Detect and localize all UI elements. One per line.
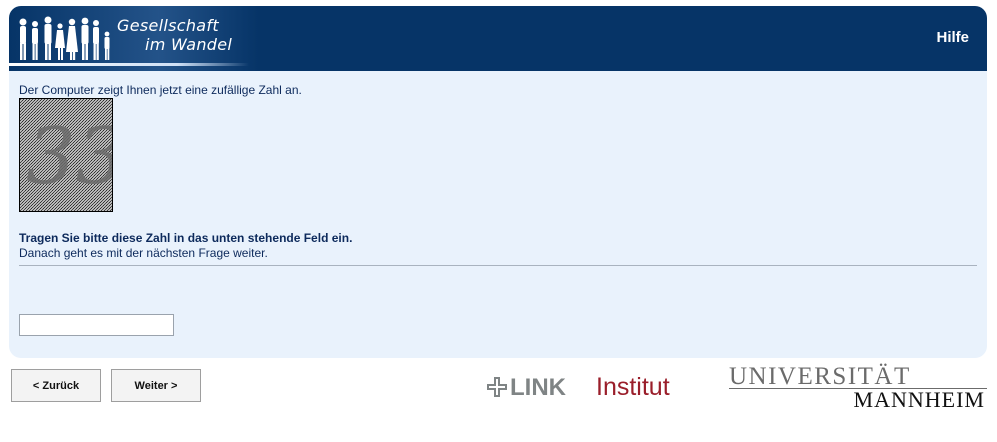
back-button[interactable]: < Zurück (11, 369, 101, 402)
uni-bottom-word: MANNHEIM (853, 387, 985, 412)
instruction-subtext: Danach geht es mit der nächsten Frage we… (19, 246, 268, 260)
captcha-answer-input[interactable] (19, 314, 174, 336)
institut-wordmark: Institut (596, 373, 670, 401)
instruction-heading: Tragen Sie bitte diese Zahl in das unten… (19, 231, 353, 245)
captcha-number: 33 (26, 112, 113, 202)
header-bar: Gesellschaft im Wandel Hilfe (9, 6, 987, 71)
university-mannheim-logo: UNIVERSITÄT MANNHEIM (729, 364, 987, 412)
captcha-image: 33 (19, 98, 113, 212)
people-silhouette-icon (19, 16, 110, 60)
next-button[interactable]: Weiter > (111, 369, 201, 402)
link-wordmark: LINK (510, 374, 566, 401)
logo-line-2: im Wandel (145, 35, 233, 54)
survey-panel: Gesellschaft im Wandel Hilfe Der Compute… (9, 6, 987, 358)
logo-line-1: Gesellschaft (117, 16, 219, 35)
captcha-noise-graphic: 33 (20, 99, 113, 211)
logo-wordmark: Gesellschaft im Wandel (117, 16, 232, 54)
intro-text: Der Computer zeigt Ihnen jetzt eine zufä… (19, 83, 302, 97)
logo-stripe (9, 63, 249, 66)
help-link[interactable]: Hilfe (936, 29, 969, 46)
link-cross-icon (487, 377, 507, 397)
divider (19, 265, 977, 266)
